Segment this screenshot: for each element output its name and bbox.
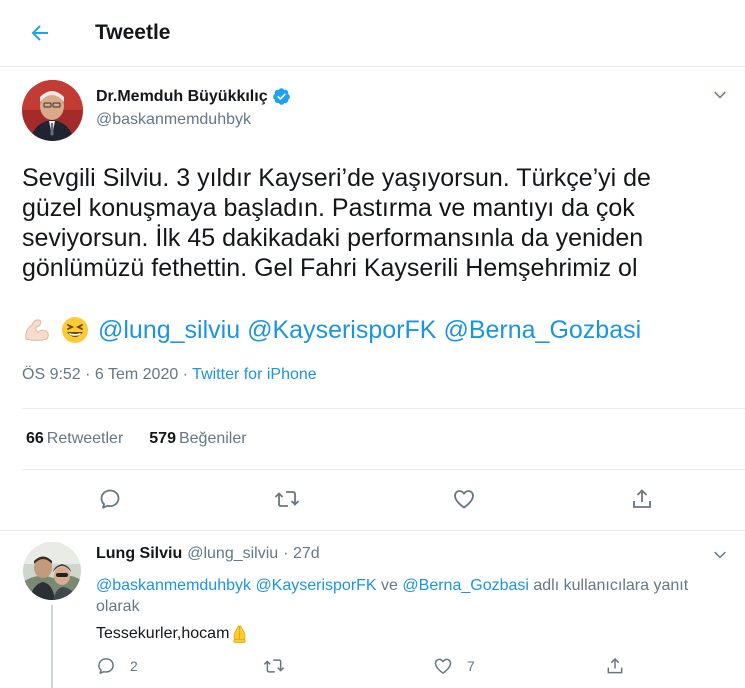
verified-badge-icon <box>272 87 291 106</box>
page-title: Tweetle <box>95 21 171 44</box>
back-button[interactable] <box>22 18 58 48</box>
mention-link[interactable]: @Berna_Gozbasi <box>402 577 529 594</box>
reply-retweet-button[interactable] <box>263 656 285 676</box>
page-header: Tweetle <box>0 0 745 67</box>
folded-hands-emoji-icon <box>230 624 249 643</box>
share-icon <box>633 489 651 508</box>
reply-like-button[interactable]: 7 <box>433 656 475 676</box>
reply-icon <box>100 489 120 509</box>
reply-menu-button[interactable] <box>709 544 731 566</box>
tweet-meta: ÖS 9:52 · 6 Tem 2020 · Twitter for iPhon… <box>22 366 317 384</box>
divider <box>22 408 745 409</box>
mention-link[interactable]: @lung_silviu <box>98 316 240 345</box>
tweet-actions <box>0 485 745 515</box>
reply-header: Lung Silviu @lung_silviu · 27d <box>96 545 320 563</box>
reply-avatar[interactable] <box>23 542 81 600</box>
tweet-text: Sevgili Silviu. 3 yıldır Kayseri’de yaşı… <box>22 164 651 282</box>
tweet-menu-button[interactable] <box>709 84 731 106</box>
reply-author-name[interactable]: Lung Silviu <box>96 545 182 563</box>
reply-share-button[interactable] <box>605 656 625 676</box>
heart-icon <box>434 658 452 674</box>
main-tweet: Dr.Memduh Büyükkılıç @baskanmemduhbyk Se… <box>0 67 745 531</box>
retweet-icon <box>274 491 300 507</box>
reply-count: 2 <box>130 658 138 674</box>
likes-stat[interactable]: 579 Beğeniler <box>149 430 246 448</box>
mention-link[interactable]: @KayserisporFK <box>247 316 436 345</box>
like-count: 7 <box>467 658 475 674</box>
likes-count: 579 <box>149 430 176 447</box>
reply-actions: 2 7 <box>96 656 656 680</box>
author-name-text: Dr.Memduh Büyükkılıç <box>96 87 268 105</box>
retweets-label: Retweetler <box>46 430 124 447</box>
reply-author-handle[interactable]: @lung_silviu <box>187 545 278 563</box>
share-button[interactable] <box>628 485 656 513</box>
grinning-squinting-face-emoji-icon <box>60 315 90 345</box>
reply-tweet[interactable]: Lung Silviu @lung_silviu · 27d @baskanme… <box>0 531 745 688</box>
tweet-source-link[interactable]: Twitter for iPhone <box>192 366 317 383</box>
arrow-left-icon <box>31 25 48 41</box>
avatar[interactable] <box>22 80 83 141</box>
reply-text: Tessekurler,hocam <box>96 624 249 643</box>
divider <box>22 469 745 470</box>
reply-button[interactable] <box>96 485 124 513</box>
likes-label: Beğeniler <box>178 430 247 447</box>
reply-text-content: Tessekurler,hocam <box>96 624 230 642</box>
retweets-stat[interactable]: 66 Retweetler <box>26 430 123 448</box>
tweet-mentions-line: @lung_silviu @KayserisporFK @Berna_Gozba… <box>22 313 648 347</box>
retweets-count: 66 <box>26 430 44 447</box>
retweet-icon <box>263 659 285 673</box>
share-icon <box>607 657 623 674</box>
thread-line <box>51 605 53 688</box>
replying-to-connector: ve <box>376 577 403 594</box>
reply-timestamp[interactable]: · 27d <box>283 545 319 563</box>
flexed-biceps-emoji-icon <box>22 315 52 345</box>
author-handle[interactable]: @baskanmemduhbyk <box>96 111 251 129</box>
replying-to: @baskanmemduhbyk @KayserisporFK ve @Bern… <box>96 575 726 617</box>
tweet-stats: 66 Retweetler 579 Beğeniler <box>26 430 273 448</box>
chevron-down-icon <box>714 91 726 99</box>
retweet-button[interactable] <box>273 485 301 513</box>
mention-link[interactable]: @baskanmemduhbyk <box>96 577 251 594</box>
reply-reply-button[interactable]: 2 <box>96 656 138 676</box>
heart-icon <box>454 490 474 509</box>
reply-icon <box>98 658 114 674</box>
author-name[interactable]: Dr.Memduh Büyükkılıç <box>96 87 291 106</box>
tweet-timestamp[interactable]: ÖS 9:52 · 6 Tem 2020 · <box>22 366 192 383</box>
mention-link[interactable]: @KayserisporFK <box>255 577 376 594</box>
mention-link[interactable]: @Berna_Gozbasi <box>443 316 641 345</box>
chevron-down-icon <box>714 551 726 559</box>
like-button[interactable] <box>450 485 478 513</box>
